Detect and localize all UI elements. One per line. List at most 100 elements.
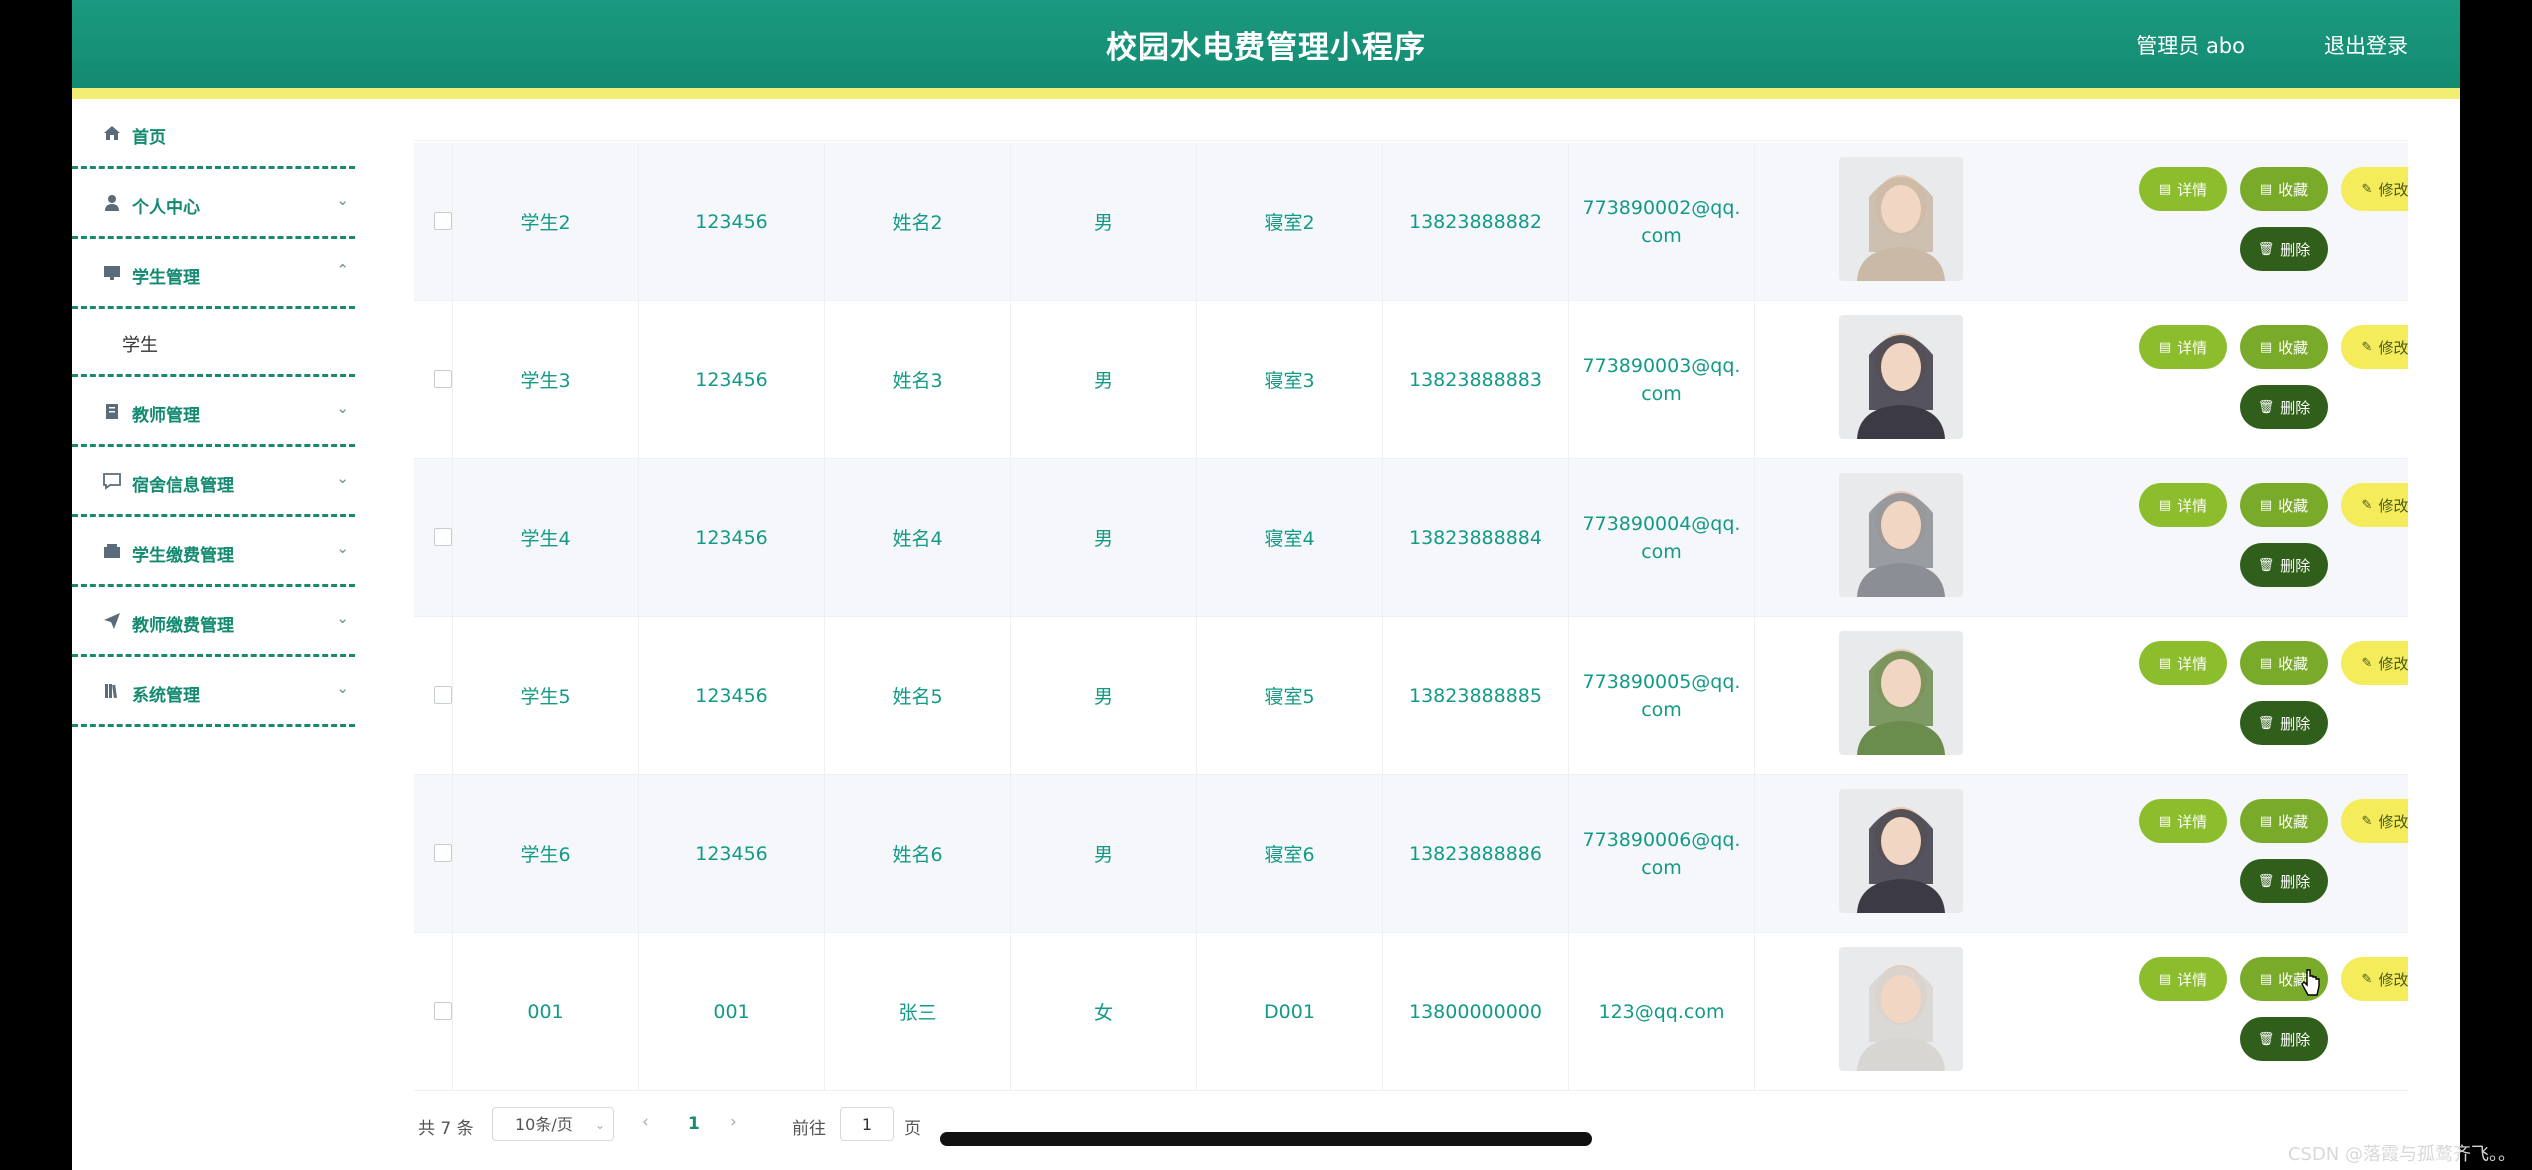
row-checkbox[interactable]	[434, 686, 452, 704]
detail-button[interactable]: ▤ 详情	[2139, 483, 2227, 527]
delete-button[interactable]: 🗑 删除	[2240, 1017, 2328, 1061]
detail-label: 详情	[2177, 496, 2208, 515]
sidebar-item[interactable]: 教师缴费管理 ⌄	[72, 587, 355, 657]
row-checkbox[interactable]	[434, 528, 452, 546]
detail-button[interactable]: ▤ 详情	[2139, 957, 2227, 1001]
cell-gender: 男	[1010, 143, 1196, 300]
cell-email: 123@qq.com	[1568, 933, 1754, 1090]
page-title: 校园水电费管理小程序	[1106, 30, 1426, 66]
sidebar: 首页 个人中心 ⌄ 学生管理 ⌃ 学生 教师管理 ⌄ 宿舍信息管理 ⌄ 学生缴费管理 ⌄ 教师缴费管理 ⌄…	[72, 99, 355, 1170]
favorite-button[interactable]: ▤ 收藏	[2240, 325, 2328, 369]
detail-label: 详情	[2177, 654, 2208, 673]
pencil-icon: ✎	[2361, 813, 2373, 829]
favorite-button[interactable]: ▤ 收藏	[2240, 799, 2328, 843]
chevron-icon: ⌄	[336, 191, 349, 209]
edit-label: 修改	[2378, 812, 2408, 831]
document-icon: ▤	[2158, 181, 2172, 197]
favorite-button[interactable]: ▤ 收藏	[2240, 167, 2328, 211]
sidebar-subitem-label: 学生	[122, 335, 158, 356]
edit-label: 修改	[2378, 654, 2408, 673]
app-screen: 校园水电费管理小程序 管理员 abo 退出登录 首页 个人中心 ⌄ 学生管理 ⌃ 学生教师…	[72, 0, 2460, 1170]
sidebar-item[interactable]: 个人中心 ⌄	[72, 169, 355, 239]
logout-button[interactable]: 退出登录	[2324, 30, 2408, 60]
mouse-cursor-icon	[2301, 969, 2320, 996]
next-page-icon[interactable]: ›	[730, 1112, 737, 1132]
home-icon	[102, 123, 122, 143]
favorite-button[interactable]: ▤ 收藏	[2240, 641, 2328, 685]
delete-button[interactable]: 🗑 删除	[2240, 543, 2328, 587]
cell-name: 姓名2	[824, 143, 1010, 300]
cell-phone: 13823888882	[1382, 143, 1568, 300]
favorite-label: 收藏	[2278, 654, 2309, 673]
goto-page-input[interactable]: 1	[840, 1107, 894, 1141]
table-row: 学生5 123456 姓名5 男寝室5 13823888885 773890005@qq.…	[414, 617, 2408, 775]
detail-button[interactable]: ▤ 详情	[2139, 799, 2227, 843]
delete-button[interactable]: 🗑 删除	[2240, 701, 2328, 745]
page-number-1[interactable]: 1	[688, 1114, 700, 1134]
delete-button[interactable]: 🗑 删除	[2240, 385, 2328, 429]
cell-password: 123456	[638, 617, 824, 774]
trash-icon: 🗑	[2257, 557, 2275, 573]
cell-gender: 男	[1010, 775, 1196, 932]
bookmark-icon: ▤	[2259, 655, 2273, 671]
sidebar-item[interactable]: 教师管理 ⌄	[72, 377, 355, 447]
edit-button[interactable]: ✎ 修改	[2341, 325, 2408, 369]
edit-label: 修改	[2378, 338, 2408, 357]
document-icon: ▤	[2158, 655, 2172, 671]
chevron-icon: ⌄	[336, 539, 349, 557]
sidebar-item[interactable]: 宿舍信息管理 ⌄	[72, 447, 355, 517]
header: 校园水电费管理小程序 管理员 abo 退出登录	[72, 0, 2460, 88]
sidebar-item[interactable]: 学生管理 ⌃	[72, 239, 355, 309]
edit-button[interactable]: ✎ 修改	[2341, 957, 2408, 1001]
table-row	[414, 99, 2408, 141]
cell-account: 学生4	[452, 459, 638, 616]
home-indicator	[940, 1132, 1592, 1146]
table-row: 001 001 张三女 D001 13800000000 123@qq.com ▤ 详情 ▤ 收藏…	[414, 933, 2408, 1091]
row-checkbox[interactable]	[434, 370, 452, 388]
detail-button[interactable]: ▤ 详情	[2139, 167, 2227, 211]
row-checkbox[interactable]	[434, 1002, 452, 1020]
row-checkbox[interactable]	[434, 212, 452, 230]
delete-button[interactable]: 🗑 删除	[2240, 859, 2328, 903]
page-size-select[interactable]: 10条/页 ⌄	[492, 1107, 614, 1141]
edit-button[interactable]: ✎ 修改	[2341, 167, 2408, 211]
cell-password: 123456	[638, 459, 824, 616]
delete-label: 删除	[2280, 240, 2311, 259]
favorite-button[interactable]: ▤ 收藏	[2240, 483, 2328, 527]
sidebar-item[interactable]: 系统管理 ⌄	[72, 657, 355, 727]
edit-label: 修改	[2378, 496, 2408, 515]
delete-label: 删除	[2280, 872, 2311, 891]
student-table: 学生2 123456 姓名2 男寝室2 13823888882 773890002@qq.…	[414, 99, 2408, 1094]
detail-button[interactable]: ▤ 详情	[2139, 641, 2227, 685]
edit-button[interactable]: ✎ 修改	[2341, 641, 2408, 685]
prev-page-icon[interactable]: ‹	[642, 1112, 649, 1132]
cell-name: 姓名5	[824, 617, 1010, 774]
cell-gender: 男	[1010, 617, 1196, 774]
admin-user-label: 管理员 abo	[2136, 34, 2245, 58]
cell-account: 学生6	[452, 775, 638, 932]
cell-password: 123456	[638, 301, 824, 458]
sidebar-item-label: 宿舍信息管理	[132, 476, 234, 496]
cell-email: 773890004@qq.com	[1568, 459, 1754, 616]
sidebar-item-label: 系统管理	[132, 686, 200, 706]
trash-icon: 🗑	[2257, 241, 2275, 257]
student-photo	[1839, 473, 1963, 597]
table-row: 学生6 123456 姓名6 男寝室6 13823888886 773890006@qq.…	[414, 775, 2408, 933]
pencil-icon: ✎	[2361, 497, 2373, 513]
delete-button[interactable]: 🗑 删除	[2240, 227, 2328, 271]
bookmark-icon: ▤	[2259, 339, 2273, 355]
cell-email: 773890006@qq.com	[1568, 775, 1754, 932]
edit-button[interactable]: ✎ 修改	[2341, 799, 2408, 843]
sidebar-item[interactable]: 学生缴费管理 ⌄	[72, 517, 355, 587]
sidebar-item[interactable]: 首页	[72, 99, 355, 169]
wallet-icon	[102, 541, 122, 561]
edit-button[interactable]: ✎ 修改	[2341, 483, 2408, 527]
sidebar-item-label: 学生管理	[132, 268, 200, 288]
goto-label: 前往	[792, 1119, 826, 1139]
row-checkbox[interactable]	[434, 844, 452, 862]
cell-name: 姓名4	[824, 459, 1010, 616]
total-count: 共 7 条	[418, 1119, 474, 1139]
sidebar-subitem-students[interactable]: 学生	[72, 309, 355, 377]
detail-button[interactable]: ▤ 详情	[2139, 325, 2227, 369]
cell-email: 773890003@qq.com	[1568, 301, 1754, 458]
